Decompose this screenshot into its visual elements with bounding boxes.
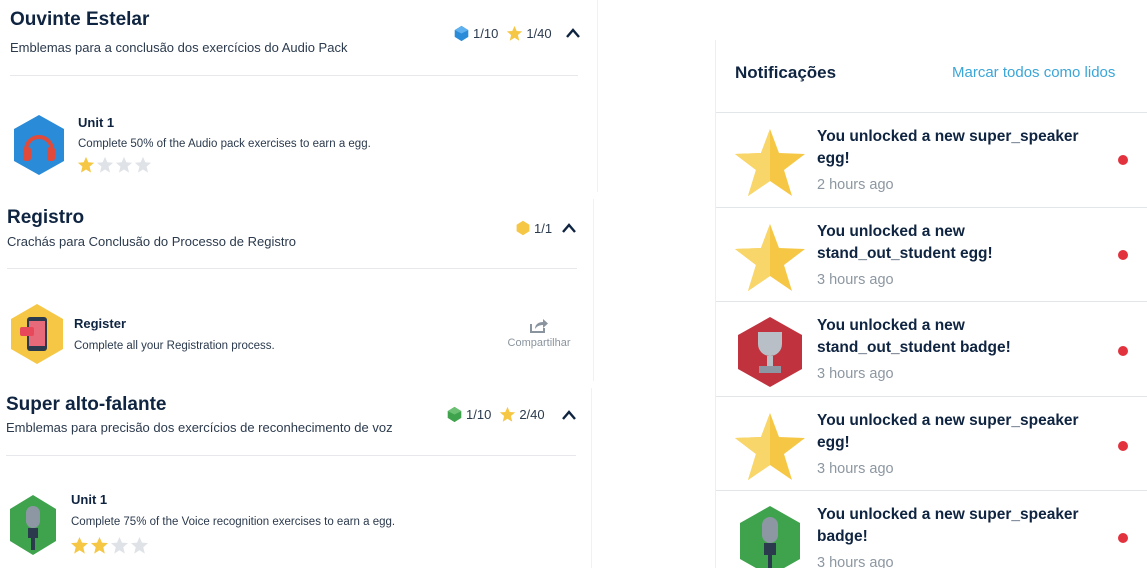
share-button[interactable]: Compartilhar <box>503 317 575 349</box>
star-rating <box>77 156 152 174</box>
notification-message: You unlocked a new super_speaker badge! <box>817 506 1079 545</box>
unread-dot <box>1118 441 1128 451</box>
green-badge-icon <box>447 406 462 423</box>
notification-item[interactable]: You unlocked a new stand_out_student bad… <box>716 301 1147 395</box>
notification-message: You unlocked a new stand_out_student bad… <box>817 317 1011 356</box>
section-title: Super alto-falante <box>6 394 167 415</box>
unread-dot <box>1118 533 1128 543</box>
notification-message: You unlocked a new super_speaker egg! <box>817 412 1079 451</box>
star-empty-icon <box>130 536 149 554</box>
notification-time: 3 hours ago <box>817 461 894 477</box>
divider <box>7 268 577 269</box>
chevron-up-icon[interactable] <box>561 409 577 421</box>
star-rating <box>70 536 149 555</box>
star-count: 1/1 <box>534 220 553 236</box>
star-filled-icon <box>90 536 109 554</box>
notification-message: You unlocked a new super_speaker egg! <box>817 128 1079 167</box>
section-subtitle: Emblemas para a conclusão dos exercícios… <box>10 40 348 55</box>
item-description: Complete 50% of the Audio pack exercises… <box>78 138 371 150</box>
trophy-icon <box>738 317 802 387</box>
microphone-icon <box>740 506 800 568</box>
star-count: 2/40 <box>519 407 545 422</box>
star-empty-icon <box>115 156 133 173</box>
notification-time: 3 hours ago <box>817 555 894 568</box>
badge-count: 1/10 <box>473 26 499 41</box>
section-title: Registro <box>7 207 85 228</box>
section-counts: 1/1 <box>515 220 560 236</box>
star-empty-icon <box>110 536 129 554</box>
notification-item[interactable]: You unlocked a new super_speaker badge! … <box>716 490 1147 568</box>
star-icon <box>735 129 805 196</box>
notifications-title: Notificações <box>735 63 837 82</box>
star-empty-icon <box>96 156 114 173</box>
notification-time: 3 hours ago <box>817 272 894 288</box>
share-icon <box>530 319 548 333</box>
section-subtitle: Crachás para Conclusão do Processo de Re… <box>7 234 297 249</box>
notification-item[interactable]: You unlocked a new stand_out_student egg… <box>716 207 1147 301</box>
unread-dot <box>1118 346 1128 356</box>
notification-item[interactable]: You unlocked a new super_speaker egg! 2 … <box>716 112 1147 206</box>
section-title: Ouvinte Estelar <box>10 9 150 30</box>
star-filled-icon <box>77 156 95 173</box>
item-description: Complete 75% of the Voice recognition ex… <box>71 516 396 528</box>
divider <box>10 75 578 76</box>
star-filled-icon <box>70 536 89 554</box>
mark-all-read-link[interactable]: Marcar todos como lidos <box>952 64 1115 81</box>
chevron-up-icon[interactable] <box>565 27 581 39</box>
item-description: Complete all your Registration process. <box>74 340 275 352</box>
headphones-icon <box>14 115 64 175</box>
notification-item[interactable]: You unlocked a new super_speaker egg! 3 … <box>716 396 1147 490</box>
divider <box>6 455 576 456</box>
microphone-icon <box>10 495 56 555</box>
star-icon <box>735 413 805 480</box>
star-icon <box>735 224 805 291</box>
gold-badge-icon <box>516 220 530 236</box>
blue-badge-icon <box>454 25 469 42</box>
star-count-icon <box>507 25 523 41</box>
section-counts: 1/10 1/40 <box>453 25 560 42</box>
item-title: Unit 1 <box>78 115 115 130</box>
register-phone-icon <box>11 304 63 364</box>
unread-dot <box>1118 155 1128 165</box>
section-subtitle: Emblemas para precisão dos exercícios de… <box>6 420 393 435</box>
section-registro: Registro Crachás para Conclusão do Proce… <box>0 199 594 381</box>
star-count: 1/40 <box>526 26 552 41</box>
item-title: Unit 1 <box>71 492 108 507</box>
star-count-icon <box>500 406 516 422</box>
section-counts: 1/10 2/40 <box>446 406 553 423</box>
item-title: Register <box>74 316 127 331</box>
section-ouvinte-estelar: Ouvinte Estelar Emblemas para a conclusã… <box>0 0 598 192</box>
notification-time: 3 hours ago <box>817 366 894 382</box>
section-super-alto-falante: Super alto-falante Emblemas para precisã… <box>0 388 592 568</box>
star-empty-icon <box>134 156 152 173</box>
notification-time: 2 hours ago <box>817 177 894 193</box>
notification-message: You unlocked a new stand_out_student egg… <box>817 223 993 262</box>
share-label: Compartilhar <box>507 337 571 349</box>
unread-dot <box>1118 250 1128 260</box>
chevron-up-icon[interactable] <box>561 222 577 234</box>
badge-count: 1/10 <box>466 407 492 422</box>
